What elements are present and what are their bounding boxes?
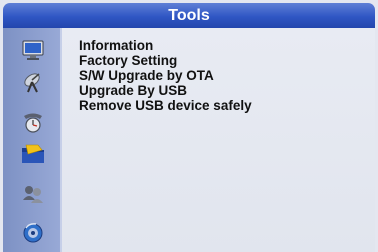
menu-item-factory-setting[interactable]: Factory Setting bbox=[79, 53, 252, 68]
tools-menu: Information Factory Setting S/W Upgrade … bbox=[79, 38, 252, 113]
title-bar: Tools bbox=[3, 3, 375, 28]
menu-item-sw-upgrade-ota[interactable]: S/W Upgrade by OTA bbox=[79, 68, 252, 83]
monitor-icon[interactable] bbox=[20, 38, 46, 62]
clock-icon[interactable] bbox=[20, 110, 46, 134]
menu-item-upgrade-usb[interactable]: Upgrade By USB bbox=[79, 83, 252, 98]
users-icon[interactable] bbox=[20, 182, 46, 206]
menu-item-remove-usb[interactable]: Remove USB device safely bbox=[79, 98, 252, 113]
disc-icon[interactable] bbox=[20, 220, 46, 244]
page-title: Tools bbox=[168, 7, 210, 24]
menu-item-information[interactable]: Information bbox=[79, 38, 252, 53]
tools-folder-icon[interactable] bbox=[20, 142, 46, 166]
satellite-dish-icon[interactable] bbox=[20, 70, 46, 94]
